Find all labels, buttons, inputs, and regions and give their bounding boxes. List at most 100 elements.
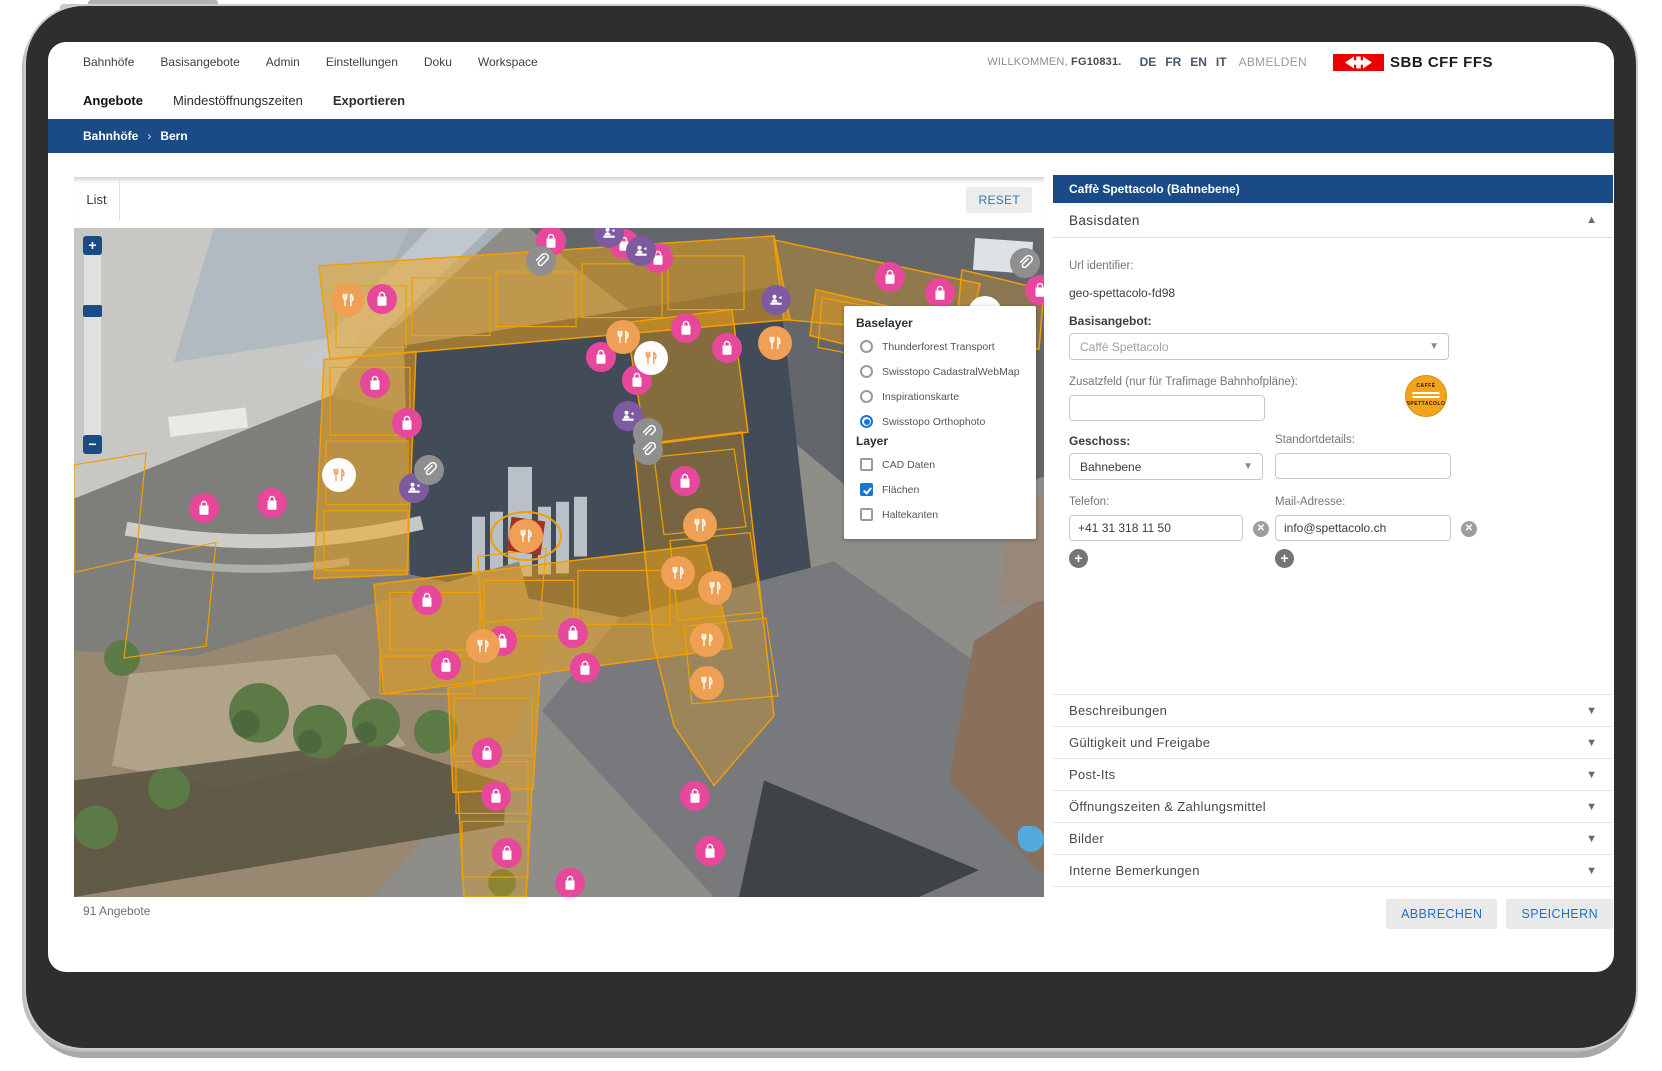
reset-button[interactable]: RESET bbox=[966, 187, 1032, 213]
basisangebot-select[interactable]: Caffè Spettacolo▼ bbox=[1069, 333, 1449, 360]
shop-marker[interactable] bbox=[431, 650, 461, 680]
nav-item-admin[interactable]: Admin bbox=[266, 55, 300, 69]
clip-marker[interactable] bbox=[414, 455, 444, 485]
baselayer-option-0[interactable]: Thunderforest Transport bbox=[856, 334, 1026, 359]
basisdaten-section-header[interactable]: Basisdaten ▲ bbox=[1053, 203, 1613, 238]
baselayer-option-1[interactable]: Swisstopo CadastralWebMap bbox=[856, 359, 1026, 384]
shop-marker[interactable] bbox=[671, 313, 701, 343]
standortdetails-input[interactable] bbox=[1275, 453, 1451, 479]
map-canvas[interactable]: + − Baselayer Thunderforest TransportSwi… bbox=[74, 228, 1044, 897]
geschoss-select[interactable]: Bahnebene▼ bbox=[1069, 453, 1263, 480]
food-marker[interactable] bbox=[690, 623, 724, 657]
shop-marker[interactable] bbox=[412, 585, 442, 615]
checkbox-icon[interactable] bbox=[860, 483, 873, 496]
shop-marker[interactable] bbox=[670, 466, 700, 496]
radio-icon[interactable] bbox=[860, 390, 873, 403]
nav-item-workspace[interactable]: Workspace bbox=[478, 55, 538, 69]
shop-marker[interactable] bbox=[189, 493, 219, 523]
lang-it[interactable]: IT bbox=[1216, 55, 1227, 69]
clip-marker[interactable] bbox=[633, 435, 663, 465]
layer-option-0[interactable]: CAD Daten bbox=[856, 452, 1026, 477]
tab-exportieren[interactable]: Exportieren bbox=[333, 93, 405, 108]
save-button[interactable]: SPEICHERN bbox=[1506, 899, 1613, 929]
service-marker[interactable] bbox=[761, 285, 791, 315]
shop-marker[interactable] bbox=[492, 838, 522, 868]
shop-marker[interactable] bbox=[875, 262, 905, 292]
food-marker[interactable] bbox=[606, 320, 640, 354]
clip-marker[interactable] bbox=[526, 246, 556, 276]
accordion-row-0[interactable]: Beschreibungen▼ bbox=[1053, 694, 1613, 726]
shop-marker[interactable] bbox=[367, 284, 397, 314]
radio-icon[interactable] bbox=[860, 365, 873, 378]
shop-marker[interactable] bbox=[555, 868, 585, 897]
shop-marker[interactable] bbox=[712, 333, 742, 363]
radio-icon[interactable] bbox=[860, 340, 873, 353]
shop-marker[interactable] bbox=[360, 368, 390, 398]
food-light-marker[interactable] bbox=[322, 458, 356, 492]
zoom-slider-handle[interactable] bbox=[83, 305, 102, 317]
accordion-row-3[interactable]: Öffnungszeiten & Zahlungsmittel▼ bbox=[1053, 790, 1613, 822]
accordion-row-4[interactable]: Bilder▼ bbox=[1053, 822, 1613, 854]
logout-link[interactable]: ABMELDEN bbox=[1239, 55, 1307, 69]
baselayer-option-3[interactable]: Swisstopo Orthophoto bbox=[856, 409, 1026, 434]
nav-item-einstellungen[interactable]: Einstellungen bbox=[326, 55, 398, 69]
list-tab[interactable]: List bbox=[74, 178, 120, 221]
clip-marker[interactable] bbox=[1010, 248, 1040, 278]
zoom-out-button[interactable]: − bbox=[83, 435, 102, 454]
checkbox-icon[interactable] bbox=[860, 458, 873, 471]
add-telefon-button[interactable]: + bbox=[1069, 549, 1088, 568]
detail-panel: Caffè Spettacolo (Bahnebene) Basisdaten … bbox=[1053, 175, 1613, 929]
nav-item-basisangebote[interactable]: Basisangebote bbox=[160, 55, 239, 69]
nav-item-doku[interactable]: Doku bbox=[424, 55, 452, 69]
shop-marker[interactable] bbox=[558, 618, 588, 648]
zoom-slider-track[interactable] bbox=[84, 255, 101, 435]
food-marker[interactable] bbox=[661, 556, 695, 590]
layer-option-2[interactable]: Haltekanten bbox=[856, 502, 1026, 527]
accordion-row-5[interactable]: Interne Bemerkungen▼ bbox=[1053, 854, 1613, 887]
service-marker[interactable] bbox=[626, 236, 656, 266]
shop-marker[interactable] bbox=[392, 408, 422, 438]
nav-item-bahnhoefe[interactable]: Bahnhöfe bbox=[83, 55, 134, 69]
shop-marker[interactable] bbox=[257, 488, 287, 518]
layer-option-1[interactable]: Flächen bbox=[856, 477, 1026, 502]
food-marker[interactable] bbox=[698, 571, 732, 605]
shop-marker[interactable] bbox=[925, 278, 955, 308]
shop-marker[interactable] bbox=[481, 781, 511, 811]
tab-angebote[interactable]: Angebote bbox=[83, 93, 143, 108]
shop-marker[interactable] bbox=[472, 738, 502, 768]
lang-de[interactable]: DE bbox=[1140, 55, 1157, 69]
sub-nav: Angebote Mindestöffnungszeiten Exportier… bbox=[83, 82, 405, 119]
offer-count: 91 Angebote bbox=[83, 904, 150, 918]
detail-panel-header: Caffè Spettacolo (Bahnebene) bbox=[1053, 175, 1613, 203]
clear-mail-icon[interactable]: ✕ bbox=[1461, 521, 1477, 537]
lang-fr[interactable]: FR bbox=[1165, 55, 1181, 69]
telefon-input[interactable] bbox=[1069, 515, 1243, 541]
accordion-row-2[interactable]: Post-Its▼ bbox=[1053, 758, 1613, 790]
baselayer-option-2[interactable]: Inspirationskarte bbox=[856, 384, 1026, 409]
shop-marker[interactable] bbox=[570, 653, 600, 683]
breadcrumb-separator: › bbox=[147, 129, 151, 143]
food-marker[interactable] bbox=[690, 666, 724, 700]
checkbox-icon[interactable] bbox=[860, 508, 873, 521]
accordion-row-1[interactable]: Gültigkeit und Freigabe▼ bbox=[1053, 726, 1613, 758]
cancel-button[interactable]: ABBRECHEN bbox=[1386, 899, 1497, 929]
zoom-in-button[interactable]: + bbox=[83, 236, 102, 255]
shop-marker[interactable] bbox=[680, 781, 710, 811]
detail-panel-title: Caffè Spettacolo (Bahnebene) bbox=[1069, 182, 1240, 196]
food-marker[interactable] bbox=[758, 326, 792, 360]
selected-offer-marker[interactable] bbox=[492, 513, 560, 559]
lang-en[interactable]: EN bbox=[1190, 55, 1207, 69]
food-light-marker[interactable] bbox=[634, 341, 668, 375]
food-marker[interactable] bbox=[466, 629, 500, 663]
radio-icon[interactable] bbox=[860, 415, 873, 428]
layer-title: Layer bbox=[856, 434, 1026, 448]
tab-mindestoeffnungszeiten[interactable]: Mindestöffnungszeiten bbox=[173, 93, 303, 108]
add-mail-button[interactable]: + bbox=[1275, 549, 1294, 568]
breadcrumb-root[interactable]: Bahnhöfe bbox=[83, 129, 138, 143]
mail-input[interactable] bbox=[1275, 515, 1451, 541]
clear-telefon-icon[interactable]: ✕ bbox=[1253, 521, 1269, 537]
food-marker[interactable] bbox=[683, 508, 717, 542]
food-marker[interactable] bbox=[331, 283, 365, 317]
shop-marker[interactable] bbox=[695, 836, 725, 866]
zusatzfeld-input[interactable] bbox=[1069, 395, 1265, 421]
